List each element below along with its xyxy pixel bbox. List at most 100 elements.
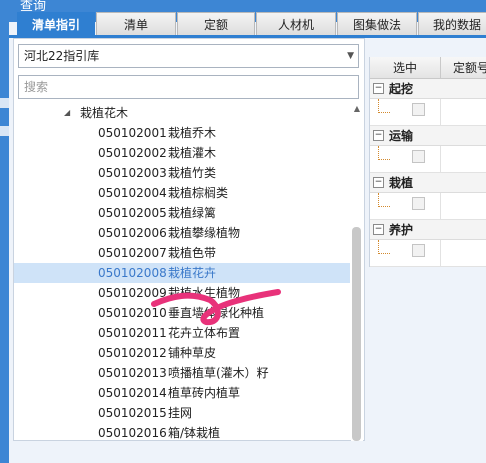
collapse-toggle-icon[interactable]: − [373, 83, 384, 94]
tree-item-code: 050102008 [98, 266, 167, 280]
collapse-toggle-icon[interactable]: − [373, 224, 384, 235]
library-select[interactable]: 河北22指引库 ▼ [18, 44, 359, 68]
tree-item-name: 栽植竹类 [168, 166, 217, 180]
tree-item-name: 栽植乔木 [168, 126, 217, 140]
tree-parent-label: 栽植花木 [80, 106, 129, 120]
library-select-value: 河北22指引库 [24, 49, 100, 63]
tree-item-code: 050102012 [98, 346, 167, 360]
tree-item-name: 铺种草皮 [168, 346, 217, 360]
chevron-down-icon[interactable]: ▼ [347, 45, 354, 67]
grid-group-header[interactable] [370, 79, 486, 99]
grid-group-header[interactable] [370, 173, 486, 193]
tree-item[interactable]: 050102015 挂网 [14, 403, 350, 423]
tree-item-code: 050102015 [98, 406, 167, 420]
tree-connector [378, 99, 390, 113]
tab-labor-material[interactable]: 人材机 [256, 12, 336, 36]
grid-group-name: 养护 [389, 223, 414, 237]
tree-item[interactable]: 050102006 栽植攀缘植物 [14, 223, 350, 243]
quota-grid: 选中 定额号 − 起挖 − 运输 − 栽植 − 养护 [369, 57, 486, 267]
column-separator [440, 193, 441, 220]
tree-item[interactable]: 050102012 铺种草皮 [14, 343, 350, 363]
column-header-selected[interactable]: 选中 [370, 57, 440, 79]
tree-parent-node[interactable]: ◢ 栽植花木 [14, 103, 350, 123]
tab-my-data[interactable]: 我的数据 [418, 12, 486, 36]
tree-item[interactable]: 050102009 栽植水生植物 [14, 283, 350, 303]
search-box[interactable] [18, 75, 359, 99]
tree-item-name: 栽植灌木 [168, 146, 217, 160]
tree-item-code: 050102005 [98, 206, 167, 220]
grid-group-name: 起挖 [389, 82, 414, 96]
guide-tree: ◢ 栽植花木 050102001 栽植乔木 050102002 栽植灌木 0501020… [14, 103, 350, 441]
tree-item-name: 箱/钵栽植 [168, 426, 221, 440]
tree-connector [378, 240, 390, 254]
tree-item[interactable]: 050102004 栽植棕榈类 [14, 183, 350, 203]
tree-item-name: 栽植攀缘植物 [168, 226, 241, 240]
tab-list-guide[interactable]: 清单指引 [17, 12, 95, 36]
tab-list[interactable]: 清单 [96, 12, 176, 36]
select-checkbox[interactable] [412, 103, 425, 116]
tree-item-name: 植草砖内植草 [168, 386, 241, 400]
tree-item-name: 挂网 [168, 406, 193, 420]
tree-item[interactable]: 050102005 栽植绿篱 [14, 203, 350, 223]
column-separator [440, 146, 441, 173]
tree-item[interactable]: 050102013 喷播植草(灌木）籽 [14, 363, 350, 383]
tree-item-code: 050102013 [98, 366, 167, 380]
grid-group-name: 运输 [389, 129, 414, 143]
edge-marker [0, 98, 9, 108]
grid-group-header[interactable] [370, 220, 486, 240]
tree-item[interactable]: 050102001 栽植乔木 [14, 123, 350, 143]
tree-scrollbar-thumb[interactable] [352, 227, 361, 441]
search-input[interactable] [19, 76, 358, 98]
tree-item-code: 050102003 [98, 166, 167, 180]
guide-tree-pane: 河北22指引库 ▼ ◢ 栽植花木 050102001栽植乔木050102002栽… [13, 38, 365, 441]
tree-item-name: 垂直墙体绿化种植 [168, 306, 265, 320]
collapse-toggle-icon[interactable]: − [373, 130, 384, 141]
collapse-toggle-icon[interactable]: − [373, 177, 384, 188]
row-divider [370, 266, 486, 267]
tree-item-code: 050102001 [98, 126, 167, 140]
tree-item[interactable]: 050102007 栽植色带 [14, 243, 350, 263]
grid-group-header[interactable] [370, 126, 486, 146]
edge-marker [0, 126, 9, 136]
tab-quota[interactable]: 定额 [177, 12, 255, 36]
tree-item-code: 050102004 [98, 186, 167, 200]
select-checkbox[interactable] [412, 197, 425, 210]
tree-item-code: 050102002 [98, 146, 167, 160]
grid-group: − 起挖 [370, 79, 486, 126]
tree-item[interactable]: 050102014 植草砖内植草 [14, 383, 350, 403]
tree-item-code: 050102016 [98, 426, 167, 440]
tree-item[interactable]: 050102008 栽植花卉 [14, 263, 350, 283]
tree-item[interactable]: 050102002 栽植灌木 [14, 143, 350, 163]
select-checkbox[interactable] [412, 244, 425, 257]
tree-item-name: 栽植花卉 [168, 266, 217, 280]
grid-group: − 栽植 [370, 173, 486, 220]
background-window-edge [0, 22, 9, 463]
tree-item[interactable]: 050102016 箱/钵栽植 [14, 423, 350, 441]
tree-item[interactable]: 050102003 栽植竹类 [14, 163, 350, 183]
tree-item-code: 050102009 [98, 286, 167, 300]
tree-item-name: 花卉立体布置 [168, 326, 241, 340]
tree-item[interactable]: 050102011 花卉立体布置 [14, 323, 350, 343]
tree-item-code: 050102010 [98, 306, 167, 320]
tree-item-code: 050102006 [98, 226, 167, 240]
tree-item-code: 050102007 [98, 246, 167, 260]
column-header-quota-number[interactable]: 定额号 [441, 57, 486, 79]
tree-item-code: 050102014 [98, 386, 167, 400]
grid-group: − 养护 [370, 220, 486, 267]
tree-item[interactable]: 050102010 垂直墙体绿化种植 [14, 303, 350, 323]
grid-group-name: 栽植 [389, 176, 414, 190]
scroll-up-arrow-icon[interactable]: ▲ [351, 103, 363, 115]
grid-group: − 运输 [370, 126, 486, 173]
tree-item-code: 050102011 [98, 326, 167, 340]
tab-atlas-method[interactable]: 图集做法 [337, 12, 417, 36]
column-separator [440, 99, 441, 126]
collapse-triangle-icon[interactable]: ◢ [64, 103, 70, 123]
tree-item-name: 栽植棕榈类 [168, 186, 229, 200]
tree-connector [378, 146, 390, 160]
tree-item-name: 栽植色带 [168, 246, 217, 260]
tree-item-name: 栽植绿篱 [168, 206, 217, 220]
grid-header: 选中 定额号 [370, 57, 486, 79]
select-checkbox[interactable] [412, 150, 425, 163]
tree-item-name: 喷播植草(灌木）籽 [168, 366, 269, 380]
tree-item-name: 栽植水生植物 [168, 286, 241, 300]
